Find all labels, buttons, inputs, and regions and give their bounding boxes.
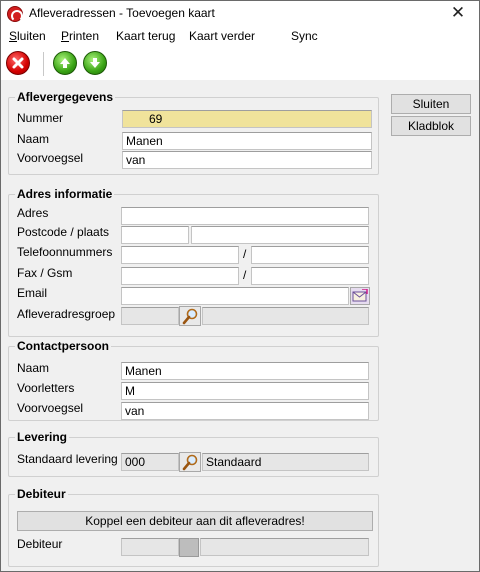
group-title-adres-informatie: Adres informatie <box>15 187 115 201</box>
levering-name-field: Standaard <box>202 453 369 471</box>
telefoon2-field[interactable] <box>251 246 369 264</box>
label-telefoonnummers: Telefoonnummers <box>17 245 113 259</box>
group-contactpersoon: Contactpersoon Naam Manen Voorletters M … <box>8 339 379 421</box>
debiteur-name-field <box>200 538 369 556</box>
menu-kaart-terug[interactable]: Kaart terug <box>116 29 175 43</box>
contact-naam-field[interactable]: Manen <box>121 362 369 380</box>
group-adres-informatie: Adres informatie Adres Postcode / plaats… <box>8 187 379 337</box>
contact-voorvoegsel-field[interactable]: van <box>121 402 369 420</box>
group-levering: Levering Standaard levering 000 Standaar… <box>8 430 379 477</box>
label-standaard-levering: Standaard levering <box>17 452 118 466</box>
app-logo-icon <box>7 6 23 22</box>
afleveradresgroep-search-icon[interactable] <box>179 306 201 326</box>
group-title-aflevergegevens: Aflevergegevens <box>15 90 116 104</box>
label-contact-voorvoegsel: Voorvoegsel <box>17 401 84 415</box>
group-aflevergegevens: Aflevergegevens Nummer 69 Naam Manen Voo… <box>8 90 379 175</box>
menu-sluiten-rest: luiten <box>17 29 46 43</box>
telefoon1-field[interactable] <box>121 246 239 264</box>
naam-field[interactable]: Manen <box>122 132 372 150</box>
application-window: Afleveradressen - Toevoegen kaart ✕ Slui… <box>0 0 480 572</box>
voorvoegsel-field[interactable]: van <box>122 151 372 169</box>
window-close-button[interactable]: ✕ <box>437 1 479 26</box>
fax-separator: / <box>243 268 247 282</box>
gsm-field[interactable] <box>251 267 369 285</box>
label-naam: Naam <box>17 132 50 146</box>
label-debiteur: Debiteur <box>17 537 63 551</box>
postcode-field[interactable] <box>121 226 189 244</box>
close-red-icon[interactable] <box>6 51 30 75</box>
levering-code-field[interactable]: 000 <box>121 453 179 471</box>
menu-sluiten-mnemonic: S <box>9 29 18 43</box>
fax-field[interactable] <box>121 267 239 285</box>
label-contact-naam: Naam <box>17 361 50 375</box>
plaats-field[interactable] <box>191 226 369 244</box>
menu-bar: Sluiten Printen Kaart terug Kaart verder… <box>1 26 479 48</box>
label-postcode-plaats: Postcode / plaats <box>17 225 110 239</box>
group-debiteur: Debiteur Koppel een debiteur aan dit afl… <box>8 487 379 567</box>
koppel-debiteur-button[interactable]: Koppel een debiteur aan dit afleveradres… <box>17 511 373 531</box>
label-adres: Adres <box>17 206 49 220</box>
menu-printen[interactable]: Printen <box>61 29 99 43</box>
group-title-levering: Levering <box>15 430 70 444</box>
menu-sluiten[interactable]: Sluiten <box>9 29 46 43</box>
label-fax-gsm: Fax / Gsm <box>17 266 73 280</box>
send-email-icon[interactable] <box>350 287 370 305</box>
group-title-contactpersoon: Contactpersoon <box>15 339 112 353</box>
voorletters-field[interactable]: M <box>121 382 369 400</box>
title-bar: Afleveradressen - Toevoegen kaart ✕ <box>1 1 479 26</box>
group-title-debiteur: Debiteur <box>15 487 68 501</box>
label-afleveradresgroep: Afleveradresgroep <box>17 307 116 321</box>
form-body: Sluiten Kladblok Aflevergegevens Nummer … <box>1 81 479 571</box>
menu-kaart-verder[interactable]: Kaart verder <box>189 29 255 43</box>
arrow-up-green-icon[interactable] <box>53 51 77 75</box>
email-field[interactable] <box>121 287 349 305</box>
window-title: Afleveradressen - Toevoegen kaart <box>29 6 215 20</box>
label-email: Email <box>17 286 48 300</box>
menu-printen-rest: rinten <box>69 29 100 43</box>
debiteur-code-field[interactable] <box>121 538 179 556</box>
afleveradresgroep-code-field[interactable] <box>121 307 179 325</box>
toolbar <box>1 48 479 80</box>
kladblok-button[interactable]: Kladblok <box>391 116 471 136</box>
levering-search-icon[interactable] <box>179 452 201 472</box>
label-nummer: Nummer <box>17 111 64 125</box>
debiteur-lookup-button[interactable] <box>179 538 199 557</box>
menu-sync[interactable]: Sync <box>291 29 318 43</box>
sluiten-button[interactable]: Sluiten <box>391 94 471 114</box>
label-voorletters: Voorletters <box>17 381 75 395</box>
telefoon-separator: / <box>243 247 247 261</box>
toolbar-separator <box>43 52 44 76</box>
label-voorvoegsel: Voorvoegsel <box>17 151 84 165</box>
afleveradresgroep-name-field <box>202 307 369 325</box>
arrow-down-green-icon[interactable] <box>83 51 107 75</box>
menu-printen-mnemonic: P <box>61 29 70 43</box>
nummer-field[interactable]: 69 <box>122 110 372 128</box>
adres-field[interactable] <box>121 207 369 225</box>
